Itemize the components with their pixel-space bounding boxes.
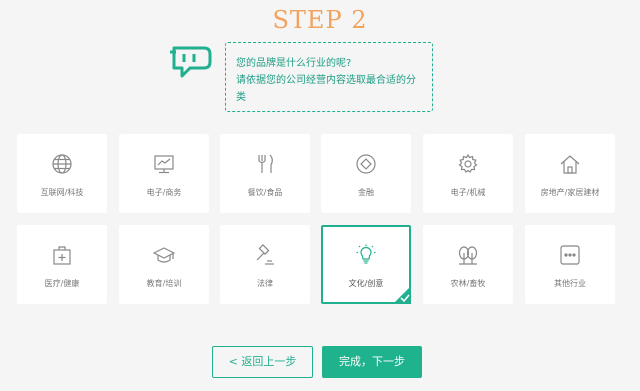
category-label: 餐饮/食品 <box>247 188 283 197</box>
graduation-cap-icon <box>153 247 175 263</box>
category-medical-health[interactable]: 医疗/健康 <box>17 225 107 304</box>
gear-icon <box>458 153 478 173</box>
coin-icon <box>356 154 376 174</box>
category-ecommerce[interactable]: 电子/商务 <box>119 134 209 213</box>
house-icon <box>560 155 580 174</box>
category-label: 电子/机械 <box>450 188 486 197</box>
category-law[interactable]: 法律 <box>220 225 310 304</box>
instruction-text-cont: 类 <box>236 92 246 103</box>
category-culture-creative[interactable]: 文化/创意 <box>321 225 411 304</box>
monitor-chart-icon <box>154 155 174 174</box>
category-label: 医疗/健康 <box>44 279 80 288</box>
category-food-beverage[interactable]: 餐饮/食品 <box>220 134 310 213</box>
question-text: 您的品牌是什么行业的呢? <box>236 58 352 69</box>
globe-icon <box>52 154 72 174</box>
more-dots-icon <box>560 245 580 265</box>
category-other[interactable]: 其他行业 <box>525 225 615 304</box>
medical-kit-icon <box>53 246 71 265</box>
fork-knife-icon <box>258 154 273 173</box>
category-label: 教育/培训 <box>146 279 182 288</box>
category-label: 金融 <box>358 188 374 197</box>
lightbulb-icon <box>356 244 376 264</box>
question-bubble: 您的品牌是什么行业的呢? 请依据您的公司经营内容选取最合适的分 类 <box>225 42 433 112</box>
category-label: 其他行业 <box>554 279 586 288</box>
category-agriculture[interactable]: 农林/畜牧 <box>423 225 513 304</box>
mascot-logo-icon <box>170 46 212 78</box>
category-education[interactable]: 教育/培训 <box>119 225 209 304</box>
back-button[interactable]: < 返回上一步 <box>212 346 313 378</box>
finish-next-button[interactable]: 完成，下一步 <box>322 346 422 378</box>
category-label: 电子/商务 <box>146 188 182 197</box>
category-label: 法律 <box>257 279 273 288</box>
selected-check-icon <box>393 286 411 304</box>
trees-icon <box>458 246 478 265</box>
category-real-estate[interactable]: 房地产/家居建材 <box>525 134 615 213</box>
category-label: 互联网/科技 <box>40 188 84 197</box>
category-finance[interactable]: 金融 <box>321 134 411 213</box>
category-label: 房地产/家居建材 <box>540 188 600 197</box>
category-internet-tech[interactable]: 互联网/科技 <box>17 134 107 213</box>
category-electronics-machinery[interactable]: 电子/机械 <box>423 134 513 213</box>
instruction-text: 请依据您的公司经营内容选取最合适的分 <box>236 75 416 86</box>
step-title: STEP 2 <box>272 6 368 34</box>
gavel-icon <box>256 244 274 265</box>
category-label: 农林/畜牧 <box>450 279 486 288</box>
